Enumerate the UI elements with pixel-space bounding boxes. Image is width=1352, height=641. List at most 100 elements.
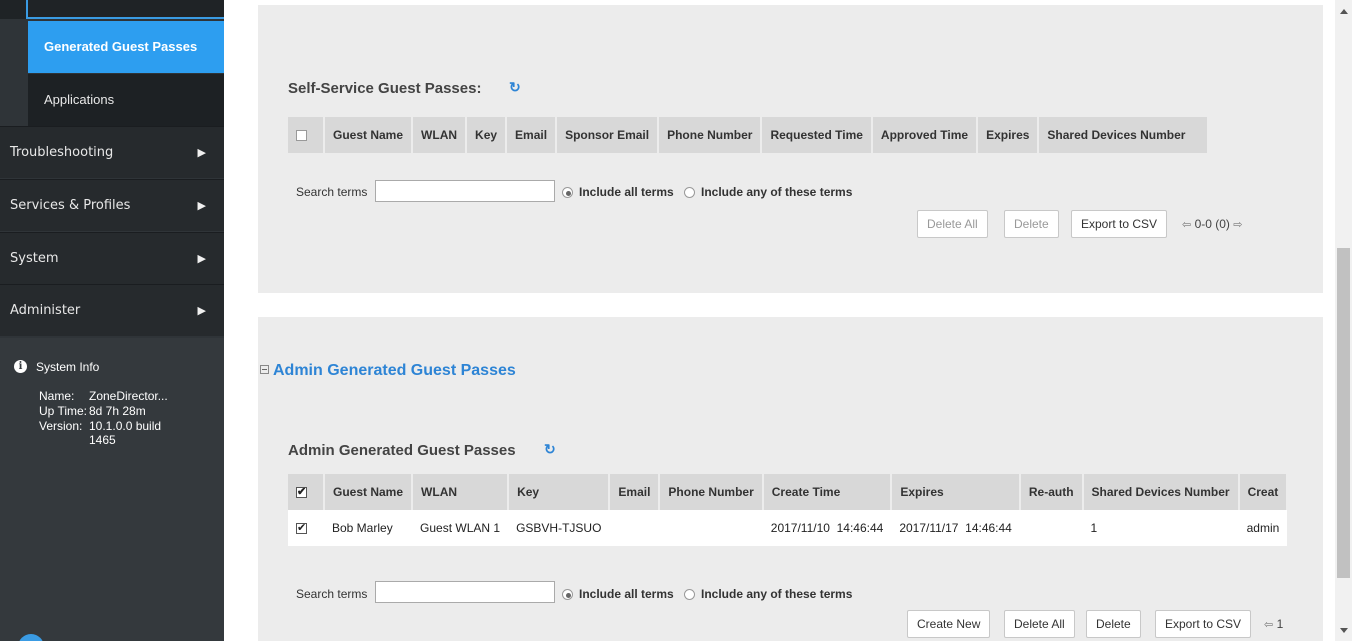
- column-header[interactable]: Phone Number: [658, 117, 763, 153]
- main-content: Self-Service Guest Passes: ↻ Guest Name …: [224, 0, 1335, 641]
- system-info-key: Up Time:: [39, 404, 88, 418]
- column-header[interactable]: WLAN: [412, 117, 468, 153]
- column-header[interactable]: Creat: [1238, 474, 1289, 510]
- column-header[interactable]: Re-auth: [1019, 474, 1084, 510]
- sidebar-item-label: Administer: [10, 303, 81, 318]
- radio-label: Include any of these terms: [701, 185, 853, 199]
- prev-page-icon[interactable]: ⇦: [1264, 619, 1273, 631]
- select-all-header[interactable]: [288, 474, 325, 510]
- row-checkbox-cell[interactable]: [288, 510, 324, 546]
- column-header[interactable]: Approved Time: [871, 117, 979, 153]
- column-header[interactable]: Key: [466, 117, 508, 153]
- scroll-up-icon[interactable]: [1340, 9, 1348, 14]
- system-info-uptime: Up Time: 8d 7h 28m: [39, 404, 146, 418]
- table-header-row: Guest Name WLAN Key Email Phone Number C…: [288, 474, 1289, 510]
- cell-creator: admin: [1238, 510, 1288, 546]
- column-header[interactable]: Requested Time: [761, 117, 873, 153]
- pager: ⇦ 0-0 (0) ⇨: [1182, 217, 1242, 231]
- column-header[interactable]: Key: [508, 474, 611, 510]
- self-service-table: Guest Name WLAN Key Email Sponsor Email …: [288, 117, 1210, 153]
- sidebar-item-troubleshooting[interactable]: Troubleshooting ▶: [0, 126, 224, 178]
- column-header[interactable]: Guest Name: [324, 117, 414, 153]
- system-info-value: 8d 7h 28m: [89, 404, 146, 418]
- row-checkbox[interactable]: [296, 521, 307, 535]
- table-header-row: Guest Name WLAN Key Email Sponsor Email …: [288, 117, 1210, 153]
- column-header[interactable]: Phone Number: [659, 474, 764, 510]
- cell-key: GSBVH-TJSUO: [508, 510, 610, 546]
- cell-email: [609, 510, 660, 546]
- sidebar-item-label: Troubleshooting: [10, 145, 114, 160]
- column-header[interactable]: Email: [506, 117, 558, 153]
- system-info-key: Name:: [39, 389, 75, 403]
- radio-include-all[interactable]: Include all terms: [562, 587, 674, 601]
- column-header[interactable]: Expires: [977, 117, 1040, 153]
- refresh-icon[interactable]: ↻: [544, 441, 556, 458]
- delete-button[interactable]: Delete: [1086, 610, 1141, 638]
- scrollbar-thumb[interactable]: [1337, 248, 1350, 578]
- delete-all-button[interactable]: Delete All: [917, 210, 988, 238]
- pager-text: 0-0 (0): [1194, 217, 1230, 231]
- sidebar-item-administer[interactable]: Administer ▶: [0, 284, 224, 336]
- pager: ⇦ 1: [1264, 617, 1283, 631]
- radio-label: Include any of these terms: [701, 587, 853, 601]
- column-header[interactable]: Shared Devices Number: [1038, 117, 1210, 153]
- search-label: Search terms: [296, 587, 368, 601]
- admin-title: Admin Generated Guest Passes: [288, 442, 516, 459]
- delete-all-button[interactable]: Delete All: [1004, 610, 1075, 638]
- arrow-right-icon: ▶: [197, 146, 206, 159]
- column-header[interactable]: Sponsor Email: [556, 117, 660, 153]
- column-header[interactable]: Create Time: [762, 474, 893, 510]
- select-all-header[interactable]: [288, 117, 325, 153]
- system-info-key: Version:: [39, 419, 83, 433]
- search-input[interactable]: [375, 581, 555, 603]
- sidebar-item-system[interactable]: System ▶: [0, 232, 224, 284]
- table-row[interactable]: Bob Marley Guest WLAN 1 GSBVH-TJSUO 2017…: [288, 510, 1288, 546]
- radio-include-any[interactable]: Include any of these terms: [684, 587, 852, 601]
- cell-shared: 1: [1082, 510, 1239, 546]
- admin-section-toggle[interactable]: Admin Generated Guest Passes: [260, 362, 516, 380]
- export-csv-button[interactable]: Export to CSV: [1155, 610, 1252, 638]
- delete-button[interactable]: Delete: [1004, 210, 1059, 238]
- system-info-value: ZoneDirector...: [89, 389, 168, 403]
- system-info-panel: i System Info Name: ZoneDirector... Up T…: [0, 338, 224, 641]
- cell-guest-name: Bob Marley: [324, 510, 413, 546]
- sidebar-item-label: Services & Profiles: [10, 198, 131, 213]
- search-label: Search terms: [296, 185, 368, 199]
- sidebar-item-services-profiles[interactable]: Services & Profiles ▶: [0, 179, 224, 231]
- column-header[interactable]: Email: [609, 474, 661, 510]
- cell-reauth: [1019, 510, 1083, 546]
- arrow-right-icon: ▶: [197, 252, 206, 265]
- sidebar-item-generated-guest-passes[interactable]: Generated Guest Passes: [28, 21, 224, 73]
- column-header[interactable]: WLAN: [412, 474, 510, 510]
- search-input[interactable]: [375, 180, 555, 202]
- select-all-checkbox[interactable]: [296, 485, 307, 499]
- radio-label: Include all terms: [579, 587, 674, 601]
- column-header[interactable]: Expires: [891, 474, 1021, 510]
- radio-include-all[interactable]: Include all terms: [562, 185, 674, 199]
- radio-include-any[interactable]: Include any of these terms: [684, 185, 852, 199]
- export-csv-button[interactable]: Export to CSV: [1071, 210, 1168, 238]
- cell-wlan: Guest WLAN 1: [412, 510, 509, 546]
- vertical-scrollbar[interactable]: [1335, 0, 1352, 641]
- prev-page-icon[interactable]: ⇦: [1182, 219, 1191, 231]
- select-all-checkbox[interactable]: [296, 130, 307, 142]
- arrow-right-icon: ▶: [197, 199, 206, 212]
- column-header[interactable]: Shared Devices Number: [1082, 474, 1240, 510]
- scroll-down-icon[interactable]: [1340, 628, 1348, 633]
- sidebar-top-strip: [0, 0, 224, 19]
- system-info-name: Name: ZoneDirector...: [39, 389, 168, 403]
- system-info-value: 10.1.0.0 build 1465: [89, 419, 162, 447]
- admin-table: Guest Name WLAN Key Email Phone Number C…: [288, 474, 1289, 546]
- next-page-icon[interactable]: ⇨: [1233, 219, 1242, 231]
- refresh-icon[interactable]: ↻: [509, 79, 521, 96]
- system-info-version: Version: 10.1.0.0 build 1465: [39, 419, 161, 447]
- collapse-icon[interactable]: [260, 365, 269, 374]
- column-header[interactable]: Guest Name: [324, 474, 414, 510]
- cell-expires: 2017/11/17 14:46:44: [891, 510, 1020, 546]
- create-new-button[interactable]: Create New: [907, 610, 991, 638]
- self-service-title: Self-Service Guest Passes:: [288, 80, 482, 97]
- admin-section-link[interactable]: Admin Generated Guest Passes: [273, 362, 516, 379]
- sidebar: Generated Guest Passes Applications Trou…: [0, 0, 224, 641]
- system-info-heading: System Info: [36, 360, 100, 374]
- sidebar-item-applications[interactable]: Applications: [28, 74, 224, 126]
